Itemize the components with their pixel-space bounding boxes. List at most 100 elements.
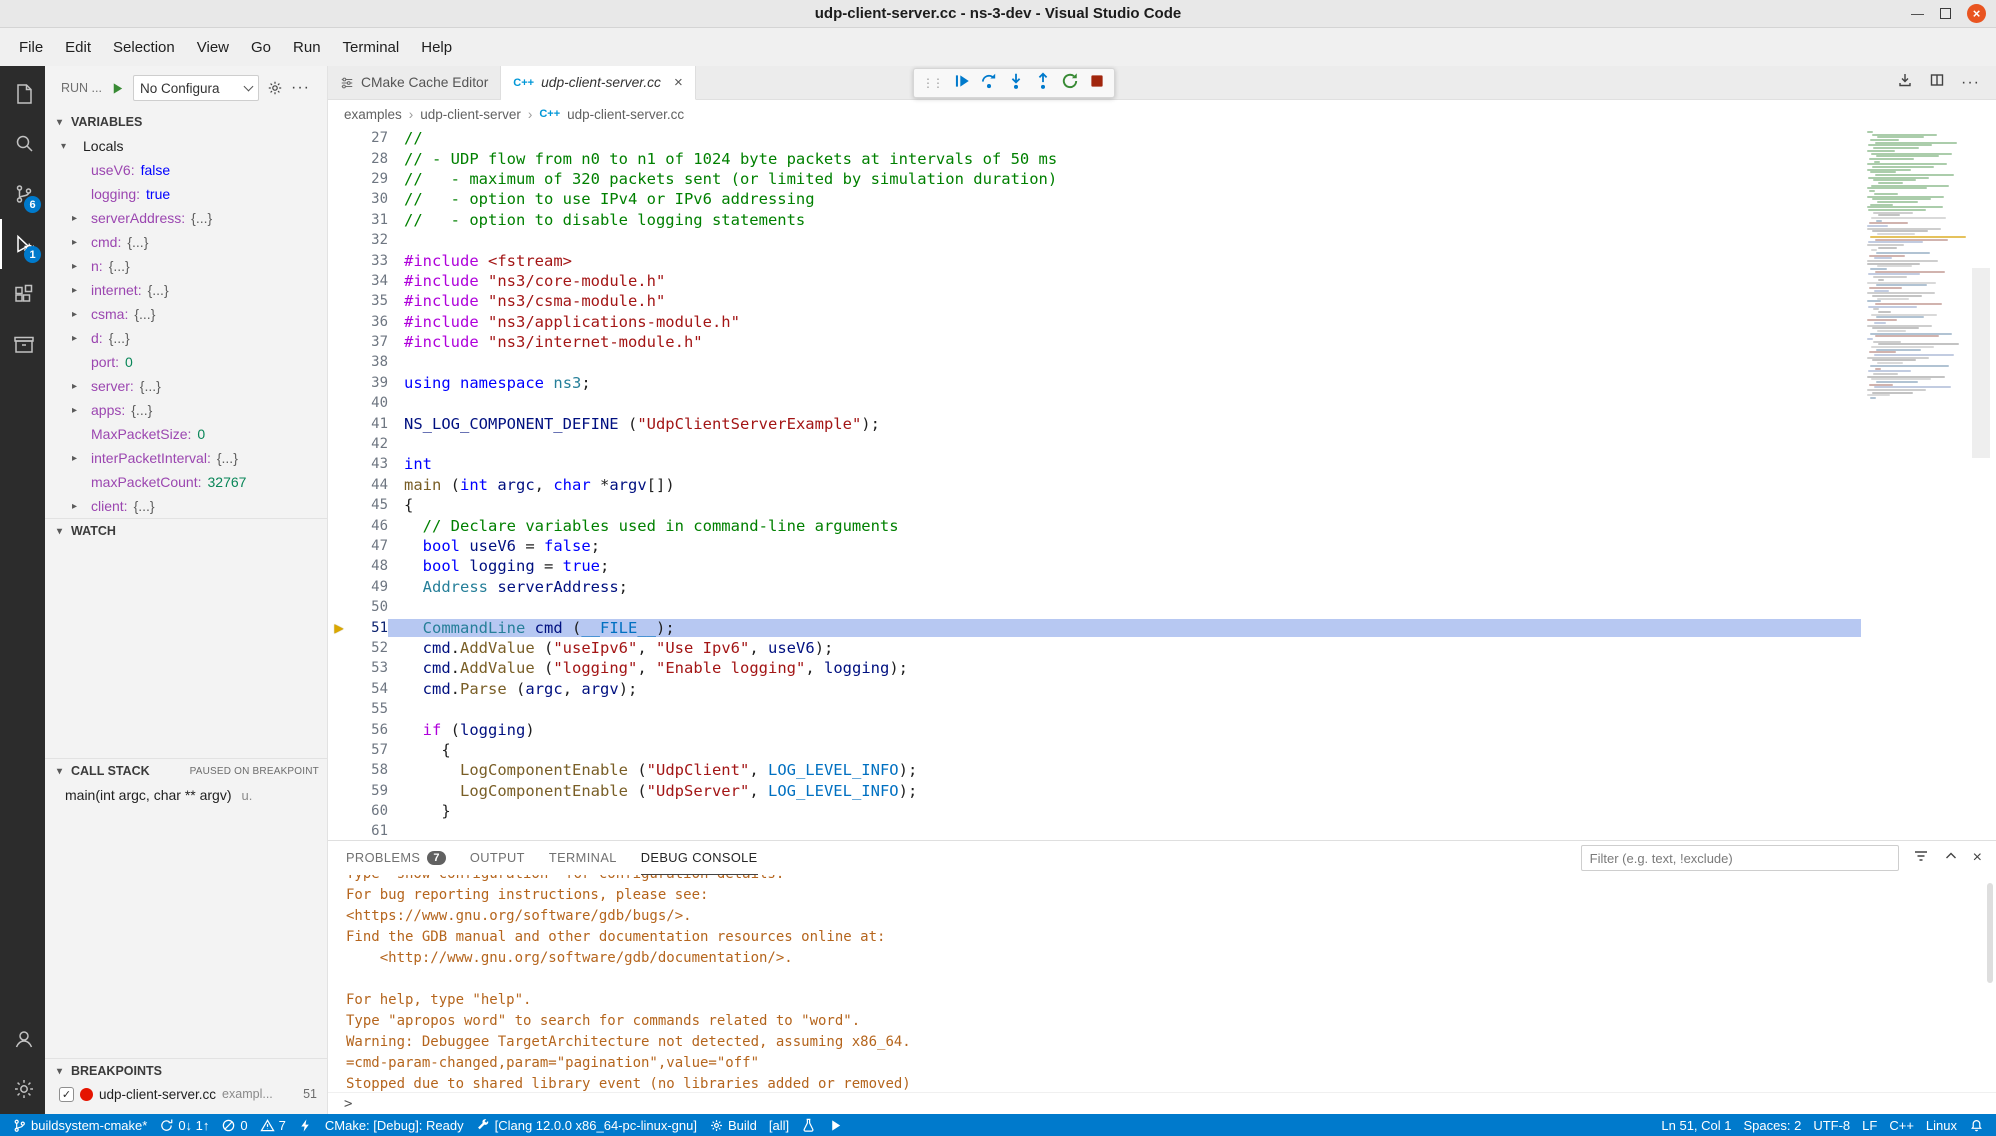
- code-line[interactable]: 43int: [328, 454, 1861, 474]
- code-line[interactable]: 44main (int argc, char *argv[]): [328, 475, 1861, 495]
- status-cursor-position[interactable]: Ln 51, Col 1: [1655, 1114, 1737, 1136]
- code-line[interactable]: 32: [328, 230, 1861, 250]
- status-eol[interactable]: LF: [1856, 1114, 1883, 1136]
- status-os[interactable]: Linux: [1920, 1114, 1963, 1136]
- breadcrumb-item[interactable]: udp-client-server.cc: [567, 107, 684, 122]
- minimap[interactable]: [1861, 128, 1967, 840]
- status-language-mode[interactable]: C++: [1883, 1114, 1920, 1136]
- restart-button[interactable]: [1061, 72, 1079, 95]
- code-area[interactable]: 27//28// - UDP flow from n0 to n1 of 102…: [328, 128, 1861, 840]
- status-ctest[interactable]: [795, 1114, 822, 1136]
- panel-tab-output[interactable]: OUTPUT: [470, 841, 525, 875]
- code-line[interactable]: 38: [328, 352, 1861, 372]
- step-over-button[interactable]: [980, 72, 998, 95]
- code-line[interactable]: 56 if (logging): [328, 719, 1861, 739]
- start-debugging-button[interactable]: [110, 81, 125, 96]
- menu-terminal[interactable]: Terminal: [332, 35, 411, 60]
- editor-scrollbar[interactable]: [1967, 128, 1996, 840]
- code-line[interactable]: 31// - option to disable logging stateme…: [328, 210, 1861, 230]
- continue-button[interactable]: [953, 72, 971, 95]
- code-line[interactable]: 45{: [328, 495, 1861, 515]
- breakpoints-header[interactable]: ▾ BREAKPOINTS: [45, 1059, 327, 1083]
- variables-header[interactable]: ▾ VARIABLES: [45, 110, 327, 134]
- settings-gear-icon[interactable]: [0, 1064, 45, 1114]
- scrollbar-slider[interactable]: [1972, 268, 1990, 458]
- variable-row[interactable]: ▸apps:{...}: [45, 398, 327, 422]
- status-errors[interactable]: 0: [215, 1114, 253, 1136]
- breadcrumb-item[interactable]: udp-client-server: [420, 107, 521, 122]
- code-line[interactable]: 60 }: [328, 801, 1861, 821]
- variable-row[interactable]: ▸client:{...}: [45, 494, 327, 518]
- close-panel-icon[interactable]: ×: [1973, 849, 1982, 867]
- variable-row[interactable]: maxPacketCount:32767: [45, 470, 327, 494]
- panel-tab-terminal[interactable]: TERMINAL: [549, 841, 617, 875]
- extensions-icon[interactable]: [0, 269, 45, 319]
- menu-selection[interactable]: Selection: [102, 35, 186, 60]
- menu-run[interactable]: Run: [282, 35, 332, 60]
- code-line[interactable]: 50: [328, 597, 1861, 617]
- status-encoding[interactable]: UTF-8: [1807, 1114, 1856, 1136]
- menu-edit[interactable]: Edit: [54, 35, 102, 60]
- variable-row[interactable]: ▸serverAddress:{...}: [45, 206, 327, 230]
- code-line[interactable]: 52 cmd.AddValue ("useIpv6", "Use Ipv6", …: [328, 638, 1861, 658]
- code-line[interactable]: 54 cmd.Parse (argc, argv);: [328, 679, 1861, 699]
- archive-icon[interactable]: [0, 319, 45, 369]
- status-cmake-kit[interactable]: [Clang 12.0.0 x86_64-pc-linux-gnu]: [470, 1114, 703, 1136]
- scope-locals[interactable]: ▾ Locals: [45, 134, 327, 158]
- more-actions-icon[interactable]: ···: [291, 83, 310, 93]
- code-line[interactable]: 55: [328, 699, 1861, 719]
- maximize-panel-icon[interactable]: [1943, 848, 1959, 869]
- breakpoint-gutter[interactable]: ▶: [328, 622, 350, 634]
- code-line[interactable]: 41NS_LOG_COMPONENT_DEFINE ("UdpClientSer…: [328, 413, 1861, 433]
- code-line[interactable]: 47 bool useV6 = false;: [328, 536, 1861, 556]
- search-icon[interactable]: [0, 119, 45, 169]
- status-notifications[interactable]: [1963, 1114, 1990, 1136]
- variable-row[interactable]: ▸internet:{...}: [45, 278, 327, 302]
- close-button[interactable]: ×: [1967, 4, 1986, 23]
- status-warnings[interactable]: 7: [254, 1114, 292, 1136]
- code-line[interactable]: 57 {: [328, 740, 1861, 760]
- code-line[interactable]: 40: [328, 393, 1861, 413]
- maximize-button[interactable]: [1940, 8, 1951, 19]
- code-line[interactable]: 58 LogComponentEnable ("UdpClient", LOG_…: [328, 760, 1861, 780]
- minimize-button[interactable]: —: [1911, 7, 1924, 20]
- breakpoint-checkbox[interactable]: ✓: [59, 1087, 74, 1102]
- tab-cmake-cache-editor[interactable]: CMake Cache Editor: [328, 66, 501, 99]
- status-build-target[interactable]: [all]: [763, 1114, 795, 1136]
- menu-go[interactable]: Go: [240, 35, 282, 60]
- variable-row[interactable]: ▸interPacketInterval:{...}: [45, 446, 327, 470]
- account-icon[interactable]: [0, 1014, 45, 1064]
- split-editor-icon[interactable]: [1929, 72, 1945, 93]
- code-line[interactable]: ▶51 CommandLine cmd (__FILE__);: [328, 617, 1861, 637]
- code-line[interactable]: 30// - option to use IPv4 or IPv6 addres…: [328, 189, 1861, 209]
- debug-console-output[interactable]: Type "show configuration" for configurat…: [328, 875, 1996, 1092]
- variable-row[interactable]: ▸cmd:{...}: [45, 230, 327, 254]
- variable-row[interactable]: logging:true: [45, 182, 327, 206]
- run-and-debug-icon[interactable]: 1: [0, 219, 45, 269]
- breadcrumb-item[interactable]: examples: [344, 107, 402, 122]
- breakpoint-row[interactable]: ✓ udp-client-server.cc exampl... 51: [45, 1083, 327, 1105]
- step-into-button[interactable]: [1007, 72, 1025, 95]
- code-editor[interactable]: 27//28// - UDP flow from n0 to n1 of 102…: [328, 128, 1996, 840]
- variable-row[interactable]: ▸server:{...}: [45, 374, 327, 398]
- panel-scrollbar[interactable]: [1987, 883, 1993, 983]
- watch-header[interactable]: ▾ WATCH: [45, 519, 327, 543]
- stop-button[interactable]: [1088, 72, 1106, 95]
- close-tab-icon[interactable]: ×: [674, 74, 683, 91]
- code-line[interactable]: 34#include "ns3/core-module.h": [328, 271, 1861, 291]
- code-line[interactable]: 28// - UDP flow from n0 to n1 of 1024 by…: [328, 148, 1861, 168]
- code-line[interactable]: 42: [328, 434, 1861, 454]
- code-line[interactable]: 53 cmd.AddValue ("logging", "Enable logg…: [328, 658, 1861, 678]
- status-launch-target[interactable]: [822, 1114, 849, 1136]
- status-indentation[interactable]: Spaces: 2: [1738, 1114, 1808, 1136]
- code-line[interactable]: 33#include <fstream>: [328, 250, 1861, 270]
- code-line[interactable]: 37#include "ns3/internet-module.h": [328, 332, 1861, 352]
- status-cmake-status[interactable]: CMake: [Debug]: Ready: [319, 1114, 470, 1136]
- status-build[interactable]: Build: [703, 1114, 763, 1136]
- code-line[interactable]: 39using namespace ns3;: [328, 373, 1861, 393]
- source-control-icon[interactable]: 6: [0, 169, 45, 219]
- explorer-icon[interactable]: [0, 69, 45, 119]
- menu-file[interactable]: File: [8, 35, 54, 60]
- status-debug-launch[interactable]: [292, 1114, 319, 1136]
- variable-row[interactable]: ▸n:{...}: [45, 254, 327, 278]
